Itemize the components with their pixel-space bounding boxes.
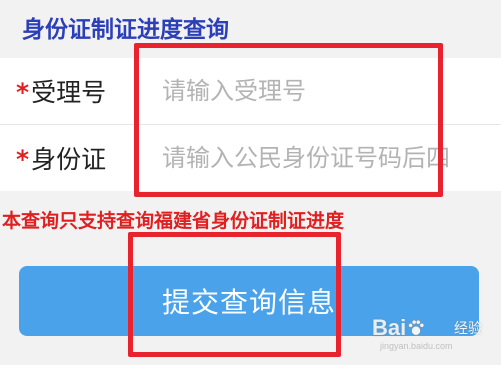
page-header: 身份证制证进度查询	[0, 0, 501, 58]
required-mark: *	[16, 78, 30, 107]
province-notice: 本查询只支持查询福建省身份证制证进度	[2, 210, 345, 232]
id-card-label: *身份证	[16, 140, 106, 176]
form-row-acceptance-number: *受理号	[0, 58, 501, 125]
form-row-id-card: *身份证	[0, 125, 501, 191]
submit-query-button[interactable]: 提交查询信息	[19, 266, 479, 336]
page-title: 身份证制证进度查询	[22, 17, 229, 43]
watermark-url: jingyan.baidu.com	[380, 341, 453, 351]
acceptance-number-label-text: 受理号	[31, 78, 107, 107]
required-mark: *	[16, 145, 30, 174]
id-card-label-text: 身份证	[31, 145, 107, 174]
query-form: *受理号 *身份证	[0, 58, 501, 191]
acceptance-number-input[interactable]	[162, 66, 501, 116]
id-card-input[interactable]	[162, 133, 501, 183]
acceptance-number-label: *受理号	[16, 73, 106, 109]
